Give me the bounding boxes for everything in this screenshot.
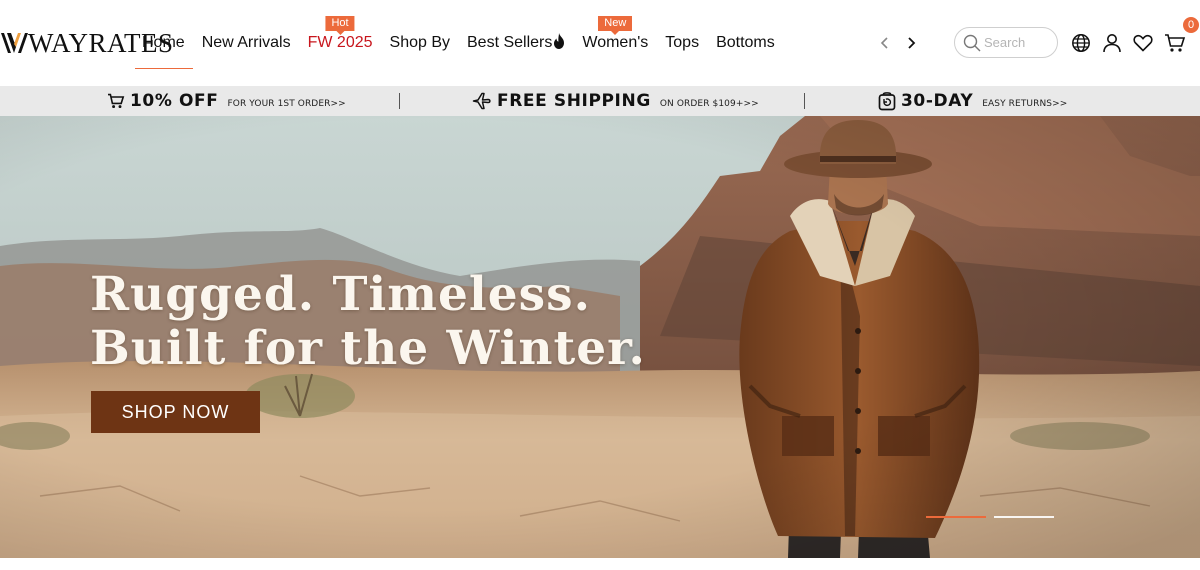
promo-easy-returns[interactable]: 30-DAY EASY RETURNS>> [878,86,1067,116]
nav-womens[interactable]: New Women's [574,0,656,86]
shop-now-button[interactable]: SHOP NOW [91,391,260,433]
cart-icon[interactable] [1163,31,1187,55]
nav-tops[interactable]: Tops [657,0,707,86]
search-box [954,27,1058,58]
plane-icon [472,92,491,110]
chevron-left-icon[interactable] [876,33,894,53]
carousel-dot-1[interactable] [926,516,986,518]
nav-scroll-arrows [876,33,920,53]
promo-divider [804,93,805,109]
return-bag-icon [878,92,896,111]
hot-badge: Hot [325,16,355,35]
user-icon[interactable] [1100,31,1124,55]
promo-first-order[interactable]: 10% OFF FOR YOUR 1ST ORDER>> [107,86,346,116]
nav-new-arrivals[interactable]: New Arrivals [194,0,299,86]
search-input[interactable] [984,35,1054,50]
promo-bar: 10% OFF FOR YOUR 1ST ORDER>> FREE SHIPPI… [0,86,1200,116]
promo-free-shipping[interactable]: FREE SHIPPING ON ORDER $109+>> [472,86,759,116]
hero-banner[interactable]: Rugged. Timeless. Built for the Winter. … [0,116,1200,558]
nav-shop-by[interactable]: Shop By [382,0,458,86]
flame-icon [554,33,565,49]
promo-divider [399,93,400,109]
main-nav: Home New Arrivals Hot FW 2025 Shop By Be… [134,0,784,86]
heart-icon[interactable] [1131,31,1155,55]
search-icon[interactable] [963,34,981,52]
logo-mark-icon [1,33,28,53]
chevron-right-icon[interactable] [902,33,920,53]
hero-headline: Rugged. Timeless. Built for the Winter. [90,267,646,376]
site-header: WAYRATES Home New Arrivals Hot FW 2025 S… [0,0,1200,86]
carousel-indicators [926,516,1054,518]
new-badge: New [598,16,633,35]
carousel-dot-2[interactable] [994,516,1054,518]
nav-best-sellers[interactable]: Best Sellers [459,0,573,86]
globe-icon[interactable] [1069,31,1093,55]
nav-home[interactable]: Home [134,0,193,86]
cart-count-badge: 0 [1183,17,1199,33]
cart-icon [108,93,125,109]
nav-bottoms[interactable]: Bottoms [708,0,783,86]
nav-fw-2025[interactable]: Hot FW 2025 [300,0,381,86]
